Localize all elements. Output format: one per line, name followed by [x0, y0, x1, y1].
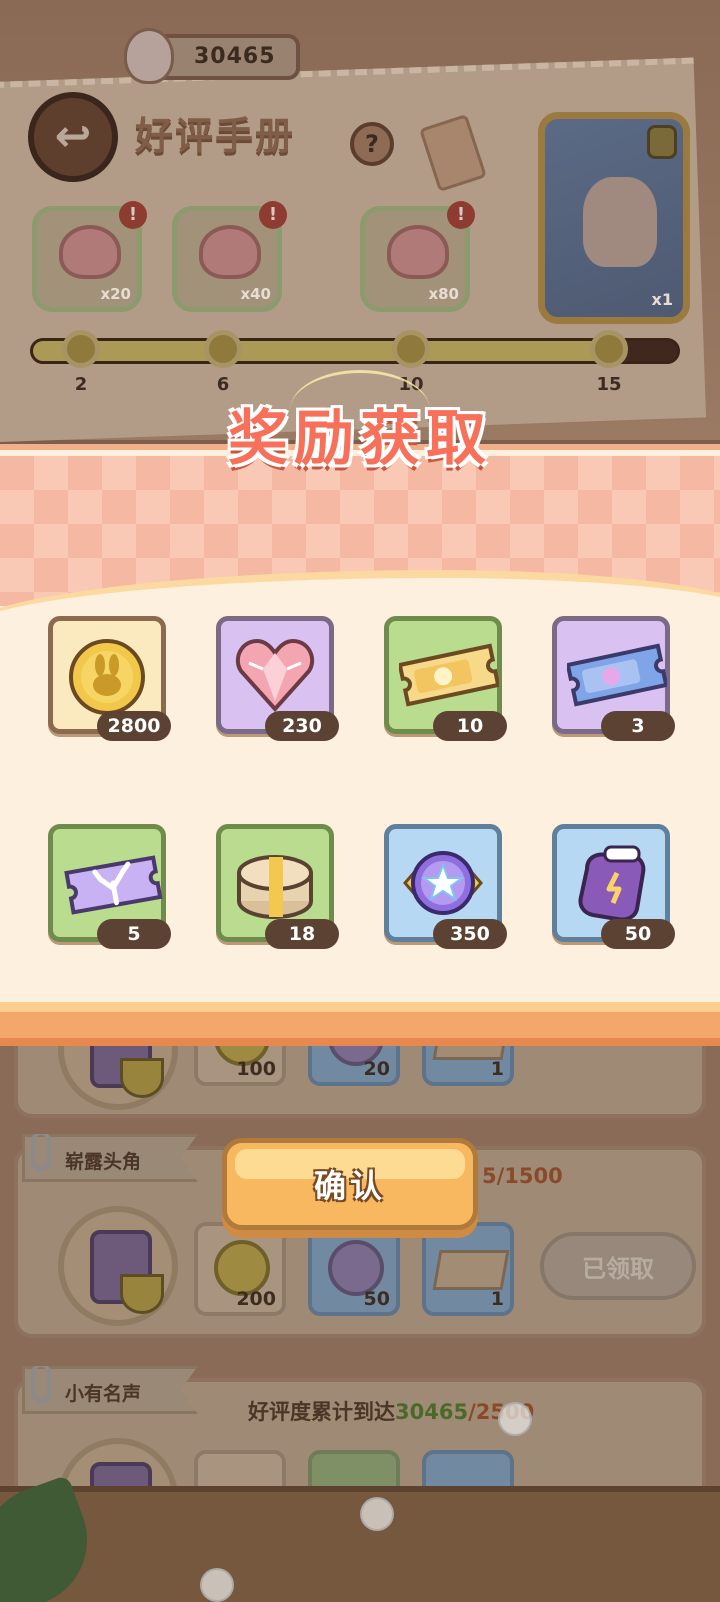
gold-ticket-icon — [399, 643, 499, 707]
task-progress: 5/1500 — [482, 1164, 563, 1188]
progress-fill — [33, 341, 620, 361]
reward-slot: 200 — [194, 1222, 286, 1316]
task-tag-3: 小有名声 — [22, 1366, 198, 1414]
reward-slot: 1 — [422, 1222, 514, 1316]
game-screen: 30465 ↩ 好评手册 ? x20 ! x40 ! x80 ! x1 2 6 … — [0, 0, 720, 1602]
reward-count: 3 — [601, 711, 675, 741]
slot-qty: 50 — [363, 1288, 390, 1310]
gift-box-icon — [237, 855, 313, 919]
bottom-bar — [0, 1486, 720, 1602]
paperclip-icon — [31, 1134, 51, 1171]
reward-count: 230 — [265, 711, 339, 741]
modal-title: 奖励获取 — [228, 404, 492, 474]
milestone-reward-2[interactable]: x40 ! — [172, 201, 287, 312]
alert-badge-icon: ! — [119, 201, 147, 229]
reward-count: 10 — [433, 711, 507, 741]
trophy-icon — [58, 1206, 178, 1326]
reward-item-6[interactable]: 18 — [216, 824, 339, 949]
milestone-reward-1[interactable]: x20 ! — [32, 201, 147, 312]
paperclip-icon — [31, 1366, 51, 1403]
currency-value: 30465 — [194, 44, 276, 69]
milestone-qty: x80 — [428, 285, 459, 303]
slot-qty: 100 — [236, 1058, 276, 1080]
coral-ticket-icon — [64, 855, 163, 915]
help-button[interactable]: ? — [350, 122, 394, 166]
reward-item-4[interactable]: 3 — [552, 616, 675, 741]
cup-icon — [120, 1058, 164, 1098]
reward-item-2[interactable]: 230 — [216, 616, 339, 741]
modal-panel — [0, 444, 720, 1046]
claimed-label: 已领取 — [582, 1254, 654, 1283]
reward-slot: 50 — [308, 1222, 400, 1316]
back-button[interactable]: ↩ — [28, 92, 118, 182]
touch-indicator — [498, 1402, 532, 1436]
crystal-heart-icon — [59, 225, 121, 279]
reward-item-5[interactable]: 5 — [48, 824, 171, 949]
alert-badge-icon: ! — [447, 201, 475, 229]
task-description: 好评度累计到达30465/2500 — [248, 1396, 534, 1426]
milestone-qty: x40 — [240, 285, 271, 303]
progress-node-4 — [590, 330, 628, 368]
slot-qty: 200 — [236, 1288, 276, 1310]
purple-glove-icon — [578, 845, 646, 922]
page-title: 好评手册 — [135, 114, 296, 158]
confirm-label: 确认 — [313, 1167, 386, 1205]
bunny-coin-icon — [69, 639, 145, 715]
slot-qty: 1 — [490, 1288, 504, 1310]
blue-ticket-icon — [567, 643, 667, 707]
task-tag-label: 崭露头角 — [65, 1151, 142, 1173]
crystal-heart-icon — [235, 638, 315, 712]
claimed-button[interactable]: 已领取 — [540, 1232, 696, 1300]
task-progress-tail: 5/1500 — [482, 1164, 563, 1188]
task-desc-value: 30465 — [395, 1400, 469, 1424]
progress-node-1 — [62, 330, 100, 368]
task-desc-prefix: 好评度累计到达 — [248, 1400, 395, 1424]
reward-count: 50 — [601, 919, 675, 949]
touch-indicator — [360, 1497, 394, 1531]
reward-count: 350 — [433, 919, 507, 949]
confirm-button[interactable]: 确认 — [222, 1138, 478, 1230]
reward-item-7[interactable]: 350 — [384, 824, 507, 949]
grand-reward-card[interactable]: x1 — [538, 112, 690, 324]
currency-counter: 30465 — [124, 28, 300, 84]
touch-indicator — [200, 1568, 234, 1602]
modal-bottom-border — [0, 1002, 720, 1046]
progress-node-2 — [204, 330, 242, 368]
task-tag-2: 崭露头角 — [22, 1134, 198, 1182]
task-tag-label: 小有名声 — [65, 1383, 142, 1405]
crystal-heart-icon — [199, 225, 261, 279]
crystal-heart-icon — [387, 225, 449, 279]
bunny-character-icon — [583, 177, 657, 267]
bunny-currency-icon — [124, 28, 174, 84]
reward-item-3[interactable]: 10 — [384, 616, 507, 741]
progress-node-3 — [392, 330, 430, 368]
slot-qty: 20 — [363, 1058, 390, 1080]
cup-icon — [120, 1274, 164, 1314]
reward-count: 18 — [265, 919, 339, 949]
back-arrow-icon: ↩ — [54, 111, 92, 162]
grand-reward-qty: x1 — [651, 290, 673, 309]
lock-icon — [647, 125, 677, 159]
progress-bar — [30, 338, 680, 364]
reward-count: 2800 — [97, 711, 171, 741]
crate-icon — [432, 1250, 510, 1290]
reward-count: 5 — [97, 919, 171, 949]
star-badge-icon — [403, 851, 483, 915]
reward-modal: 2800 230 10 3 5 18 350 50 — [0, 444, 720, 1046]
reward-item-1[interactable]: 2800 — [48, 616, 171, 741]
milestone-qty: x20 — [100, 285, 131, 303]
alert-badge-icon: ! — [259, 201, 287, 229]
reward-item-8[interactable]: 50 — [552, 824, 675, 949]
milestone-reward-3[interactable]: x80 ! — [360, 201, 475, 312]
slot-qty: 1 — [490, 1058, 504, 1080]
